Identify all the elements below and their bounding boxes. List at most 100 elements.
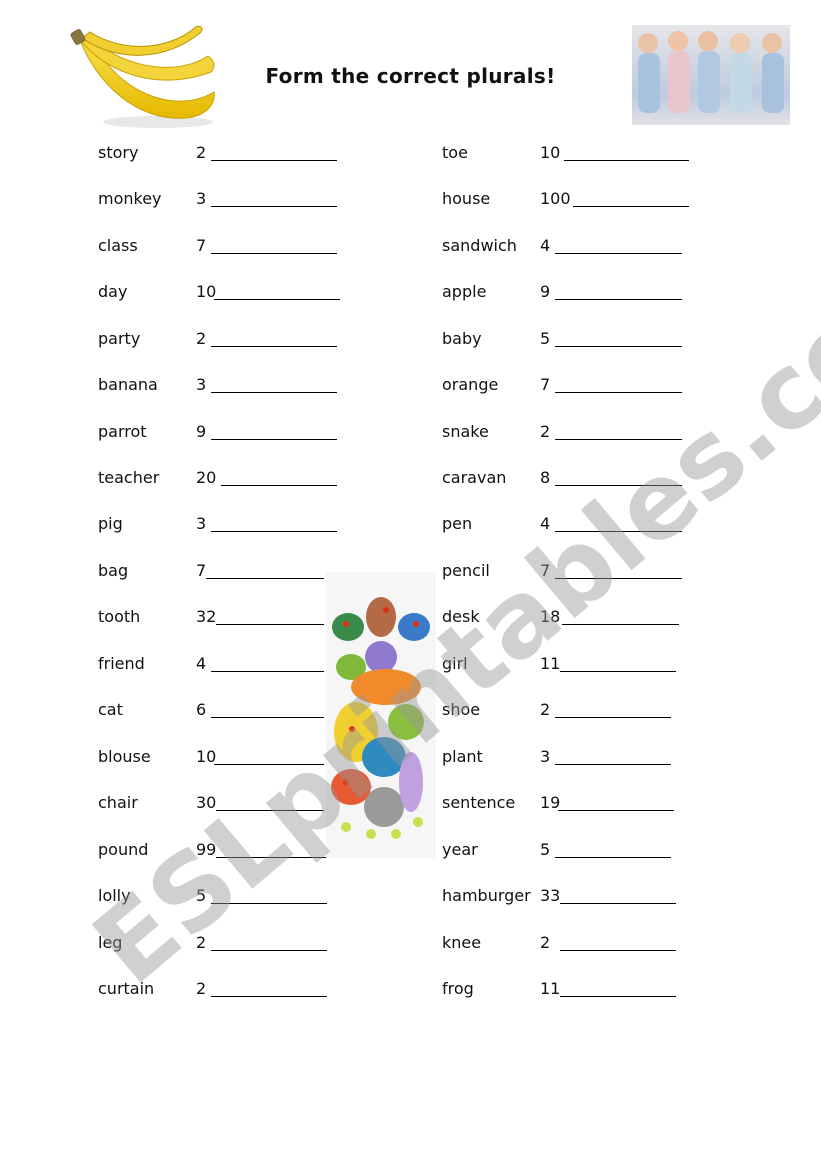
answer-blank[interactable]	[555, 439, 682, 440]
answer-blank[interactable]	[211, 903, 327, 904]
exercise-row: bag 7	[98, 561, 348, 581]
quantity: 10	[540, 143, 561, 162]
singular-word: curtain	[98, 979, 155, 998]
answer-blank[interactable]	[564, 160, 689, 161]
singular-word: sandwich	[442, 236, 517, 255]
exercise-row: baby 5	[442, 329, 692, 349]
answer-blank[interactable]	[211, 671, 324, 672]
exercise-row: hamburger 33	[442, 886, 692, 906]
answer-blank[interactable]	[214, 764, 324, 765]
singular-word: baby	[442, 329, 482, 348]
quantity: 9	[196, 422, 207, 441]
answer-blank[interactable]	[558, 810, 674, 811]
answer-blank[interactable]	[211, 439, 337, 440]
answer-blank[interactable]	[555, 578, 682, 579]
quantity: 5	[540, 840, 551, 859]
answer-blank[interactable]	[211, 717, 324, 718]
singular-word: parrot	[98, 422, 147, 441]
answer-blank[interactable]	[211, 531, 337, 532]
answer-blank[interactable]	[211, 950, 327, 951]
quantity: 5	[196, 886, 207, 905]
singular-word: teacher	[98, 468, 160, 487]
answer-blank[interactable]	[206, 578, 324, 579]
singular-word: pencil	[442, 561, 490, 580]
answer-blank[interactable]	[555, 253, 682, 254]
singular-word: caravan	[442, 468, 507, 487]
exercise-row: class 7	[98, 236, 348, 256]
quantity: 7	[196, 236, 207, 255]
exercise-row: pig 3	[98, 514, 348, 534]
exercise-row: banana 3	[98, 375, 348, 395]
singular-word: pound	[98, 840, 149, 859]
answer-blank[interactable]	[216, 810, 324, 811]
singular-word: house	[442, 189, 491, 208]
answer-blank[interactable]	[573, 206, 689, 207]
singular-word: day	[98, 282, 128, 301]
answer-blank[interactable]	[216, 624, 324, 625]
quantity: 11	[540, 654, 561, 673]
answer-blank[interactable]	[211, 160, 337, 161]
exercise-row: cat 6	[98, 700, 348, 720]
answer-blank[interactable]	[555, 764, 671, 765]
singular-word: cat	[98, 700, 123, 719]
answer-blank[interactable]	[555, 392, 682, 393]
answer-blank[interactable]	[560, 671, 676, 672]
exercise-row: toe 10	[442, 143, 692, 163]
answer-blank[interactable]	[560, 903, 676, 904]
answer-blank[interactable]	[560, 996, 676, 997]
quantity: 18	[540, 607, 561, 626]
exercise-row: pen 4	[442, 514, 692, 534]
quantity: 7	[540, 375, 551, 394]
quantity: 2	[540, 933, 551, 952]
quantity: 7	[540, 561, 551, 580]
answer-blank[interactable]	[221, 485, 337, 486]
singular-word: bag	[98, 561, 129, 580]
answer-blank[interactable]	[562, 624, 679, 625]
exercise-row: plant 3	[442, 747, 692, 767]
quantity: 7	[196, 561, 207, 580]
exercise-row: house 100	[442, 189, 692, 209]
exercise-row: blouse 10	[98, 747, 348, 767]
exercise-row: sentence 19	[442, 793, 692, 813]
answer-blank[interactable]	[211, 392, 337, 393]
singular-word: shoe	[442, 700, 481, 719]
answer-blank[interactable]	[211, 996, 327, 997]
singular-word: pen	[442, 514, 473, 533]
exercise-row: curtain 2	[98, 979, 348, 999]
exercise-row: tooth 32	[98, 607, 348, 627]
quantity: 33	[540, 886, 561, 905]
answer-blank[interactable]	[555, 857, 671, 858]
answer-blank[interactable]	[216, 857, 332, 858]
answer-blank[interactable]	[555, 485, 682, 486]
exercise-row: day 10	[98, 282, 348, 302]
quantity: 99	[196, 840, 217, 859]
quantity: 3	[196, 514, 207, 533]
answer-blank[interactable]	[211, 206, 337, 207]
answer-blank[interactable]	[555, 531, 682, 532]
singular-word: apple	[442, 282, 487, 301]
exercise-row: pencil 7	[442, 561, 692, 581]
exercise-row: year 5	[442, 840, 692, 860]
answer-blank[interactable]	[555, 717, 671, 718]
answer-blank[interactable]	[560, 950, 676, 951]
singular-word: year	[442, 840, 478, 859]
quantity: 32	[196, 607, 217, 626]
answer-blank[interactable]	[214, 299, 340, 300]
exercise-row: friend 4	[98, 654, 348, 674]
quantity: 4	[196, 654, 207, 673]
quantity: 3	[196, 375, 207, 394]
quantity: 20	[196, 468, 217, 487]
singular-word: desk	[442, 607, 480, 626]
answer-blank[interactable]	[555, 299, 682, 300]
singular-word: plant	[442, 747, 483, 766]
quantity: 2	[540, 422, 551, 441]
exercise-row: monkey 3	[98, 189, 348, 209]
exercise-row: sandwich 4	[442, 236, 692, 256]
singular-word: chair	[98, 793, 138, 812]
answer-blank[interactable]	[211, 346, 337, 347]
exercise-row: orange 7	[442, 375, 692, 395]
answer-blank[interactable]	[211, 253, 337, 254]
quantity: 4	[540, 236, 551, 255]
quantity: 5	[540, 329, 551, 348]
answer-blank[interactable]	[555, 346, 682, 347]
